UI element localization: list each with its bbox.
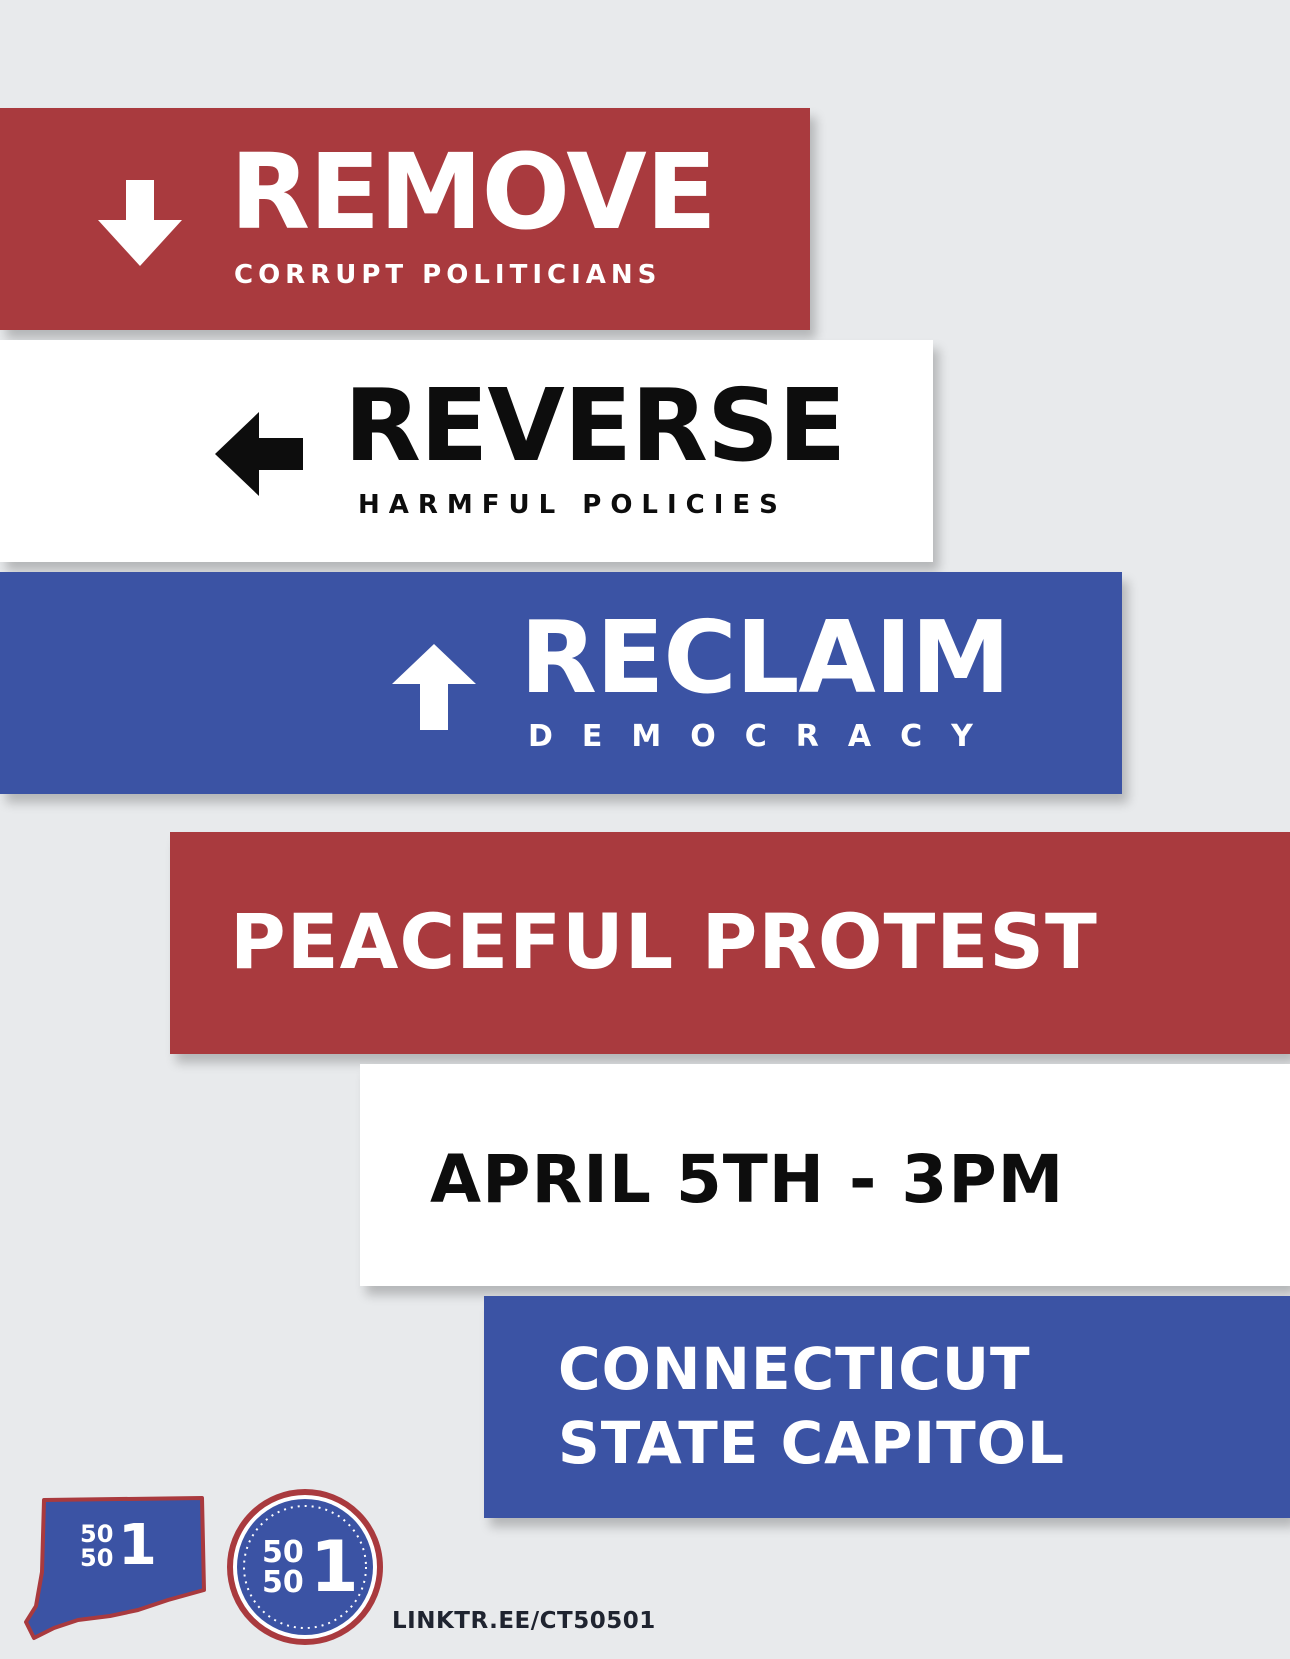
reclaim-subline: DEMOCRACY <box>528 719 1002 754</box>
remove-banner: REMOVE CORRUPT POLITICIANS <box>0 108 810 330</box>
circle-logo-5050-top: 50 <box>262 1535 304 1570</box>
arrow-left-icon <box>215 412 303 496</box>
arrow-up-icon <box>392 644 476 730</box>
circle-badge-icon <box>227 1489 383 1645</box>
circle-logo: 50 50 1 <box>226 1488 384 1646</box>
reverse-banner: REVERSE HARMFUL POLICIES <box>0 340 933 562</box>
footer-link[interactable]: LINKTR.EE/CT50501 <box>392 1608 656 1634</box>
circle-logo-5050-bottom: 50 <box>262 1565 304 1600</box>
event-location-line2: STATE CAPITOL <box>558 1409 1065 1477</box>
event-location-line1: CONNECTICUT <box>558 1335 1031 1403</box>
event-datetime: APRIL 5TH - 3PM <box>430 1141 1065 1218</box>
remove-subline: CORRUPT POLITICIANS <box>234 260 662 290</box>
circle-logo-one: 1 <box>310 1526 359 1608</box>
reclaim-headline: RECLAIM <box>520 599 1011 716</box>
state-logo-5050-top: 50 <box>80 1520 114 1548</box>
event-datetime-banner: APRIL 5TH - 3PM <box>360 1064 1290 1286</box>
state-logo: 50 50 1 <box>18 1492 208 1642</box>
arrow-down-icon <box>98 180 182 266</box>
reclaim-banner: RECLAIM DEMOCRACY <box>0 572 1122 794</box>
state-logo-5050-bottom: 50 <box>80 1544 114 1572</box>
event-title-banner: PEACEFUL PROTEST <box>170 832 1290 1054</box>
reverse-headline: REVERSE <box>344 367 846 484</box>
state-logo-one: 1 <box>118 1513 157 1578</box>
event-location-banner: CONNECTICUT STATE CAPITOL <box>484 1296 1290 1518</box>
remove-headline: REMOVE <box>230 131 717 253</box>
event-title: PEACEFUL PROTEST <box>230 897 1098 986</box>
reverse-subline: HARMFUL POLICIES <box>358 490 787 520</box>
